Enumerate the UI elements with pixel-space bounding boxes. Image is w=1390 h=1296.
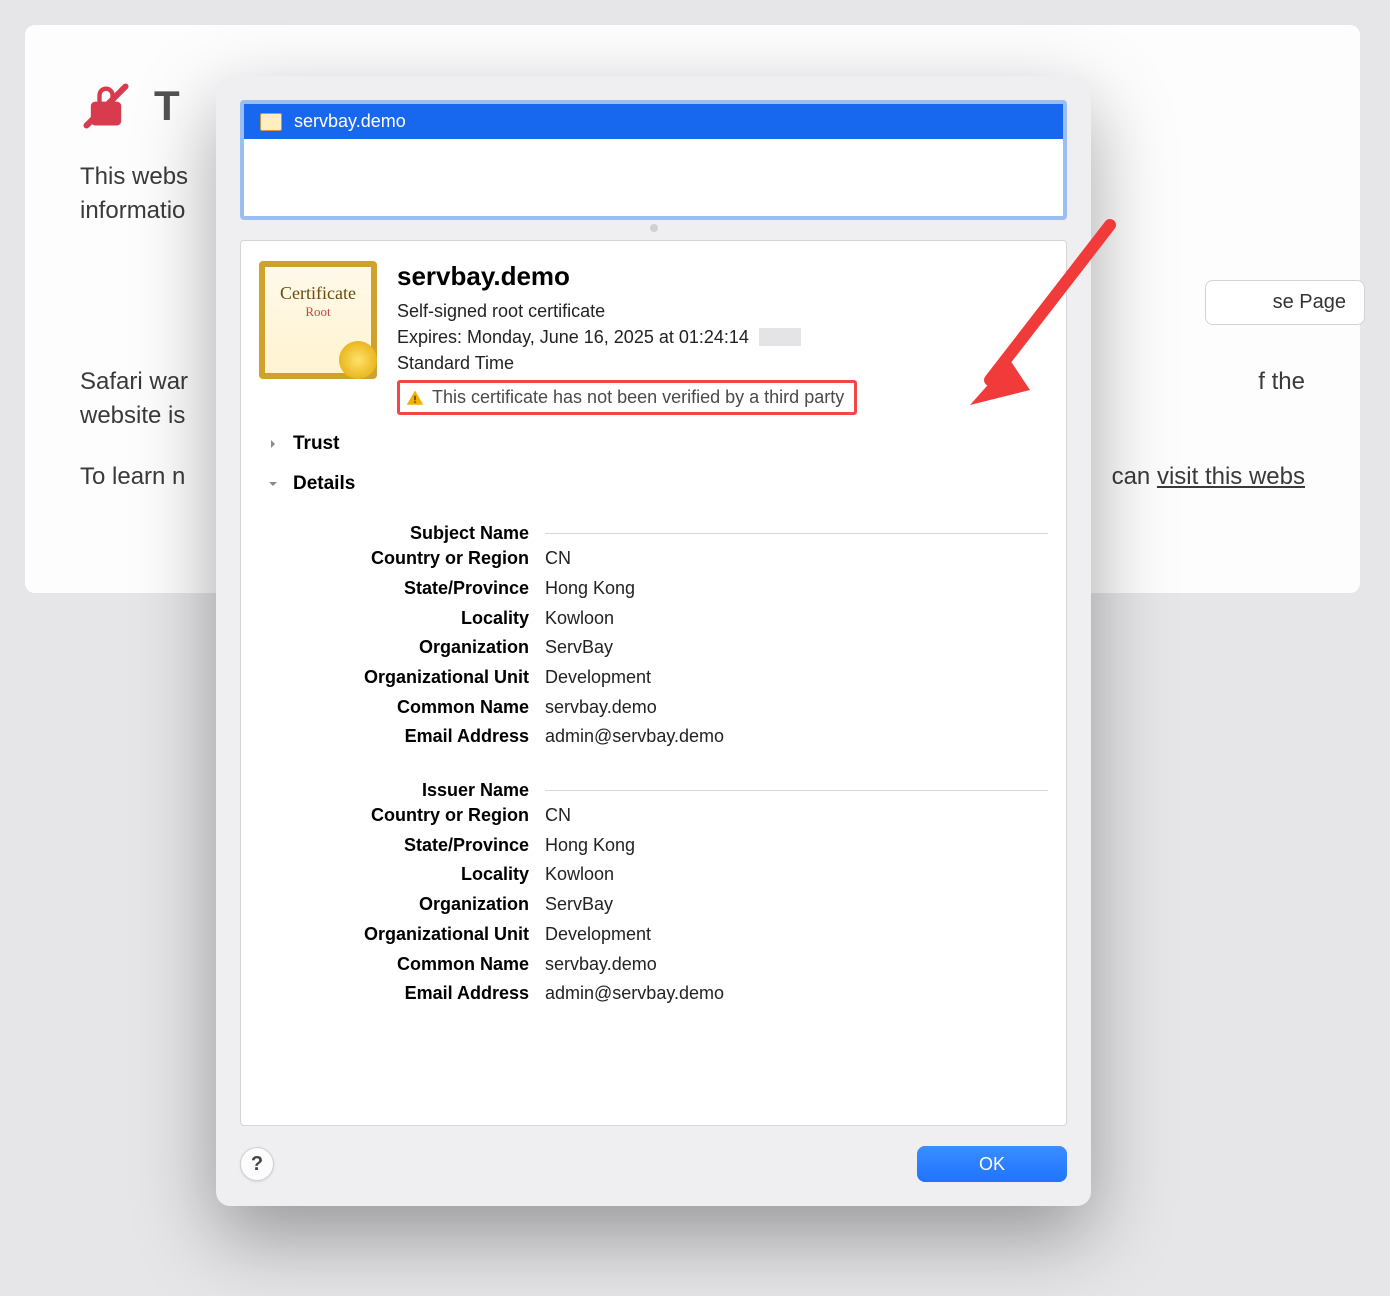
close-page-button[interactable]: se Page: [1205, 280, 1365, 325]
detail-label: Organization: [319, 890, 545, 920]
warning-icon: [406, 389, 424, 407]
cert-tree-item[interactable]: servbay.demo: [244, 104, 1063, 139]
page-text: This webs: [80, 163, 188, 190]
detail-label: Locality: [319, 604, 545, 634]
certificate-title: servbay.demo: [397, 261, 1048, 292]
detail-value: ServBay: [545, 633, 613, 663]
detail-value: Development: [545, 920, 651, 950]
subject-name-heading: Subject Name: [319, 523, 1048, 544]
detail-value: CN: [545, 801, 571, 831]
detail-value: servbay.demo: [545, 950, 657, 980]
detail-row: State/ProvinceHong Kong: [319, 831, 1048, 861]
detail-value: admin@servbay.demo: [545, 722, 724, 752]
detail-value: Hong Kong: [545, 831, 635, 861]
certificate-icon: [260, 113, 282, 131]
chevron-right-icon: [265, 436, 281, 452]
detail-value: ServBay: [545, 890, 613, 920]
page-text: Safari war: [80, 368, 188, 395]
detail-value: Kowloon: [545, 860, 614, 890]
detail-row: Common Nameservbay.demo: [319, 950, 1048, 980]
trust-section-toggle[interactable]: Trust: [259, 433, 1048, 455]
detail-row: LocalityKowloon: [319, 860, 1048, 890]
detail-label: Organization: [319, 633, 545, 663]
detail-row: LocalityKowloon: [319, 604, 1048, 634]
detail-row: Organizational UnitDevelopment: [319, 920, 1048, 950]
page-title: T: [154, 82, 180, 130]
insecure-lock-icon: [80, 80, 132, 132]
detail-value: CN: [545, 544, 571, 574]
detail-row: Organizational UnitDevelopment: [319, 663, 1048, 693]
detail-label: Organizational Unit: [319, 920, 545, 950]
ok-button[interactable]: OK: [917, 1146, 1067, 1182]
certificate-warning: This certificate has not been verified b…: [397, 380, 857, 415]
chevron-down-icon: [265, 476, 281, 492]
details-section-toggle[interactable]: Details: [259, 473, 1048, 495]
detail-label: Common Name: [319, 693, 545, 723]
detail-label: Organizational Unit: [319, 663, 545, 693]
detail-row: OrganizationServBay: [319, 633, 1048, 663]
detail-row: OrganizationServBay: [319, 890, 1048, 920]
page-text: website is: [80, 402, 185, 429]
help-button[interactable]: ?: [240, 1147, 274, 1181]
detail-value: Development: [545, 663, 651, 693]
trust-section-label: Trust: [293, 433, 339, 455]
issuer-name-heading: Issuer Name: [319, 780, 1048, 801]
detail-row: Country or RegionCN: [319, 544, 1048, 574]
details-section-label: Details: [293, 473, 355, 495]
resize-handle-icon[interactable]: [650, 224, 658, 232]
certificate-details-panel: Certificate Root servbay.demo Self-signe…: [240, 240, 1067, 1126]
detail-value: Hong Kong: [545, 574, 635, 604]
detail-row: Email Addressadmin@servbay.demo: [319, 722, 1048, 752]
detail-label: Country or Region: [319, 544, 545, 574]
page-text: informatio: [80, 197, 185, 224]
certificate-large-icon: Certificate Root: [259, 261, 377, 379]
detail-label: Locality: [319, 860, 545, 890]
detail-row: Country or RegionCN: [319, 801, 1048, 831]
detail-row: Common Nameservbay.demo: [319, 693, 1048, 723]
detail-label: Common Name: [319, 950, 545, 980]
detail-label: Email Address: [319, 979, 545, 1009]
detail-label: State/Province: [319, 831, 545, 861]
page-text: f the: [1258, 365, 1305, 399]
certificate-expires: Expires: Monday, June 16, 2025 at 01:24:…: [397, 324, 1048, 350]
detail-label: Email Address: [319, 722, 545, 752]
certificate-tree[interactable]: servbay.demo: [240, 100, 1067, 220]
detail-value: Kowloon: [545, 604, 614, 634]
detail-value: servbay.demo: [545, 693, 657, 723]
certificate-expires-tz: Standard Time: [397, 350, 1048, 376]
detail-row: Email Addressadmin@servbay.demo: [319, 979, 1048, 1009]
certificate-dialog: servbay.demo Certificate Root servbay.de…: [216, 76, 1091, 1206]
redacted-text: [759, 328, 801, 346]
page-text: can: [1112, 463, 1157, 490]
detail-label: State/Province: [319, 574, 545, 604]
detail-value: admin@servbay.demo: [545, 979, 724, 1009]
certificate-subtitle: Self-signed root certificate: [397, 298, 1048, 324]
page-text: To learn n: [80, 463, 185, 490]
detail-label: Country or Region: [319, 801, 545, 831]
certificate-warning-text: This certificate has not been verified b…: [432, 387, 844, 408]
detail-row: State/ProvinceHong Kong: [319, 574, 1048, 604]
cert-tree-item-label: servbay.demo: [294, 111, 406, 132]
visit-website-link[interactable]: visit this webs: [1157, 463, 1305, 490]
